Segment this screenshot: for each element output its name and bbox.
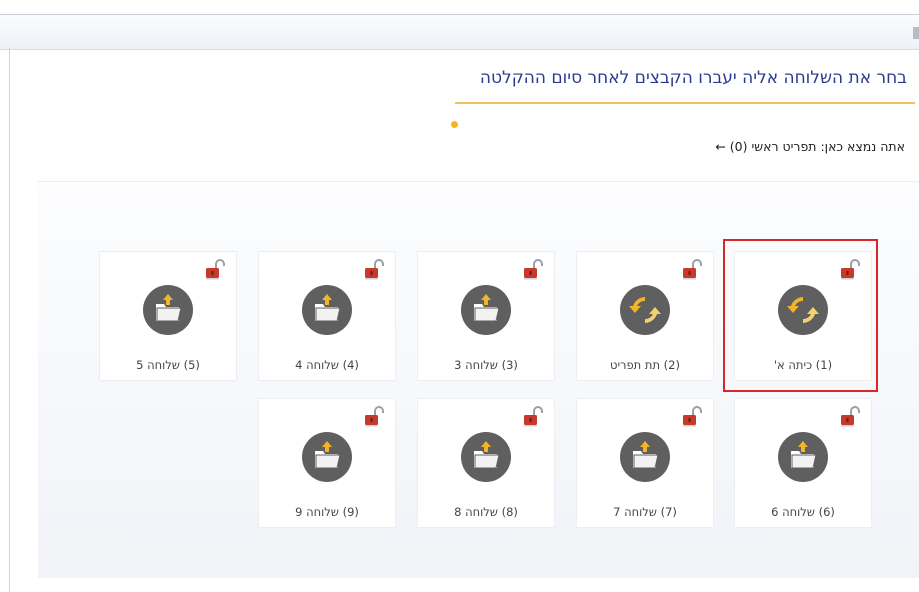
refresh-icon	[620, 285, 670, 335]
extension-tile-5[interactable]: (5) שלוחה 5	[99, 251, 237, 381]
extension-label: (8) שלוחה 8	[454, 505, 518, 519]
folder-upload-icon	[302, 285, 352, 335]
extension-label: (9) שלוחה 9	[295, 505, 359, 519]
folder-upload-icon	[778, 432, 828, 482]
extension-tile-3[interactable]: (3) שלוחה 3	[417, 251, 555, 381]
extension-tile-7[interactable]: (7) שלוחה 7	[576, 398, 714, 528]
page-title: בחר את השלוחה אליה יעברו הקבצים לאחר סיו…	[479, 68, 907, 88]
extension-tile-9[interactable]: (9) שלוחה 9	[258, 398, 396, 528]
unlocked-lock-icon[interactable]	[363, 258, 385, 280]
folder-upload-icon	[461, 285, 511, 335]
extension-label: (2) תת תפריט	[609, 358, 680, 372]
folder-upload-icon	[143, 285, 193, 335]
title-underline	[455, 102, 915, 104]
left-border	[9, 48, 10, 592]
unlocked-lock-icon[interactable]	[839, 405, 861, 427]
folder-upload-icon	[302, 432, 352, 482]
extension-tile-8[interactable]: (8) שלוחה 8	[417, 398, 555, 528]
toolbar-corner-button[interactable]	[913, 27, 919, 39]
extension-label: (5) שלוחה 5	[136, 358, 200, 372]
extension-label: (4) שלוחה 4	[295, 358, 359, 372]
unlocked-lock-icon[interactable]	[204, 258, 226, 280]
top-toolbar	[0, 14, 919, 50]
extension-label: (7) שלוחה 7	[613, 505, 677, 519]
folder-upload-icon	[461, 432, 511, 482]
extension-tile-6[interactable]: (6) שלוחה 6	[734, 398, 872, 528]
extension-tile-4[interactable]: (4) שלוחה 4	[258, 251, 396, 381]
accent-dot	[451, 121, 458, 128]
unlocked-lock-icon[interactable]	[522, 258, 544, 280]
extension-tile-2[interactable]: (2) תת תפריט	[576, 251, 714, 381]
extension-label: (3) שלוחה 3	[454, 358, 518, 372]
unlocked-lock-icon[interactable]	[681, 258, 703, 280]
unlocked-lock-icon[interactable]	[522, 405, 544, 427]
folder-upload-icon	[620, 432, 670, 482]
breadcrumb[interactable]: אתה נמצא כאן: תפריט ראשי (0) ←	[715, 139, 905, 154]
extension-label: (6) שלוחה 6	[771, 505, 835, 519]
unlocked-lock-icon[interactable]	[681, 405, 703, 427]
unlocked-lock-icon[interactable]	[363, 405, 385, 427]
selection-highlight	[723, 239, 878, 392]
